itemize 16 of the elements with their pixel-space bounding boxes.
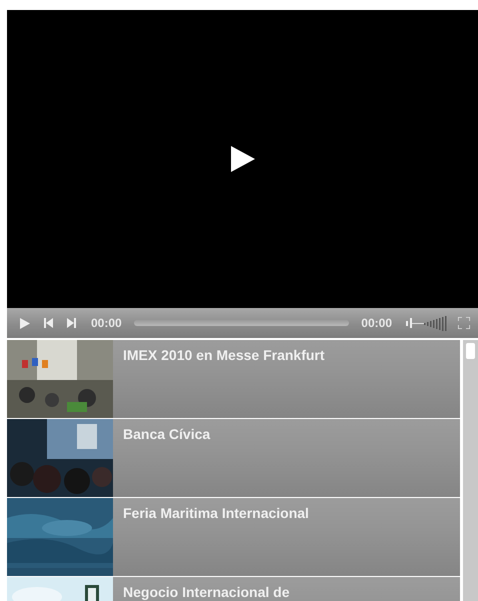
- current-time: 00:00: [90, 316, 123, 330]
- total-time: 00:00: [360, 316, 393, 330]
- playlist-item[interactable]: IMEX 2010 en Messe Frankfurt: [7, 340, 460, 418]
- playlist-item[interactable]: Banca Cívica: [7, 419, 460, 497]
- video-title: Feria Maritima Internacional: [122, 504, 310, 523]
- playlist-item[interactable]: Negocio Internacional de: [7, 577, 460, 601]
- video-title: Banca Cívica: [122, 425, 212, 444]
- volume-icon[interactable]: [406, 315, 448, 331]
- video-title: IMEX 2010 en Messe Frankfurt: [122, 346, 326, 365]
- skip-forward-icon: [67, 318, 76, 328]
- play-icon: [20, 318, 30, 328]
- scrollbar[interactable]: [463, 340, 478, 601]
- video-title: Negocio Internacional de: [122, 583, 290, 601]
- fullscreen-icon[interactable]: [458, 317, 470, 329]
- play-icon[interactable]: [230, 146, 254, 172]
- skip-back-icon: [44, 318, 53, 328]
